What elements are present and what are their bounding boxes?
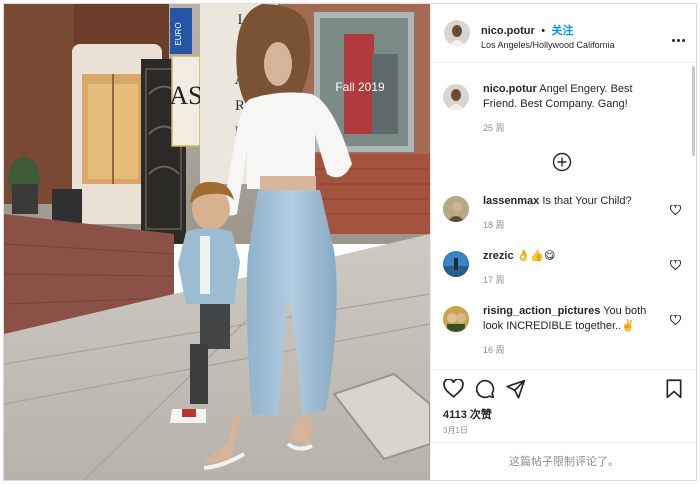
- post-dialog: EURO AS I A R D Fall 2019: [3, 3, 697, 481]
- comment-item: lassenmax Is that Your Child? 18 周: [443, 194, 663, 233]
- fall-sign: Fall 2019: [335, 80, 385, 94]
- post-photo[interactable]: EURO AS I A R D Fall 2019: [4, 4, 430, 480]
- comment-item: rising_action_pictures You both look INC…: [443, 304, 663, 358]
- comment-time[interactable]: 16 周: [483, 343, 663, 358]
- comment-username[interactable]: zrezic: [483, 250, 514, 262]
- comment-text: Is that Your Child?: [542, 195, 632, 207]
- caption-avatar[interactable]: [443, 84, 469, 110]
- comments-scrollbar[interactable]: [692, 66, 695, 156]
- comment-like-icon[interactable]: [669, 202, 682, 220]
- comment-avatar[interactable]: [443, 306, 469, 332]
- share-icon[interactable]: [506, 379, 526, 404]
- follow-button[interactable]: 关注: [552, 25, 574, 37]
- comments-section: nico.potur Angel Engery. Best Friend. Be…: [431, 62, 696, 368]
- header-username[interactable]: nico.potur: [481, 25, 535, 37]
- like-heart-icon[interactable]: [443, 378, 464, 403]
- more-options-icon[interactable]: [670, 29, 685, 47]
- comment-username[interactable]: rising_action_pictures: [483, 305, 600, 317]
- post-actions: 4113 次赞 3月1日: [431, 369, 696, 442]
- comment-username[interactable]: lassenmax: [483, 195, 539, 207]
- avatar[interactable]: [444, 20, 470, 46]
- post-image: EURO AS I A R D Fall 2019: [4, 4, 430, 480]
- euro-sign: EURO: [174, 22, 183, 45]
- comment-time[interactable]: 17 周: [483, 273, 663, 288]
- comments-limited-notice: 这篇帖子限制评论了。: [431, 442, 696, 480]
- comment-like-icon[interactable]: [669, 257, 682, 275]
- comment-avatar[interactable]: [443, 251, 469, 277]
- svg-text:AS: AS: [169, 81, 202, 110]
- comment-avatar[interactable]: [443, 196, 469, 222]
- post-date[interactable]: 3月1日: [443, 425, 468, 436]
- comment-text: 👌👍😋: [516, 250, 556, 262]
- comment-item: zrezic 👌👍😋 17 周: [443, 249, 663, 288]
- comment-like-icon[interactable]: [669, 312, 682, 330]
- post-header: nico.potur • 关注 Los Angeles/Hollywood Ca…: [431, 4, 696, 63]
- post-sidebar: nico.potur • 关注 Los Angeles/Hollywood Ca…: [430, 4, 696, 480]
- likes-count[interactable]: 4113 次赞: [443, 406, 492, 422]
- header-separator: •: [541, 25, 546, 37]
- caption-time[interactable]: 25 周: [483, 121, 663, 136]
- load-more-comments-icon[interactable]: [552, 152, 572, 172]
- caption: nico.potur Angel Engery. Best Friend. Be…: [443, 82, 663, 136]
- location-link[interactable]: Los Angeles/Hollywood California: [481, 40, 615, 50]
- caption-username[interactable]: nico.potur: [483, 83, 537, 95]
- comment-time[interactable]: 18 周: [483, 218, 663, 233]
- bookmark-icon[interactable]: [665, 379, 683, 404]
- comment-icon[interactable]: [475, 379, 495, 404]
